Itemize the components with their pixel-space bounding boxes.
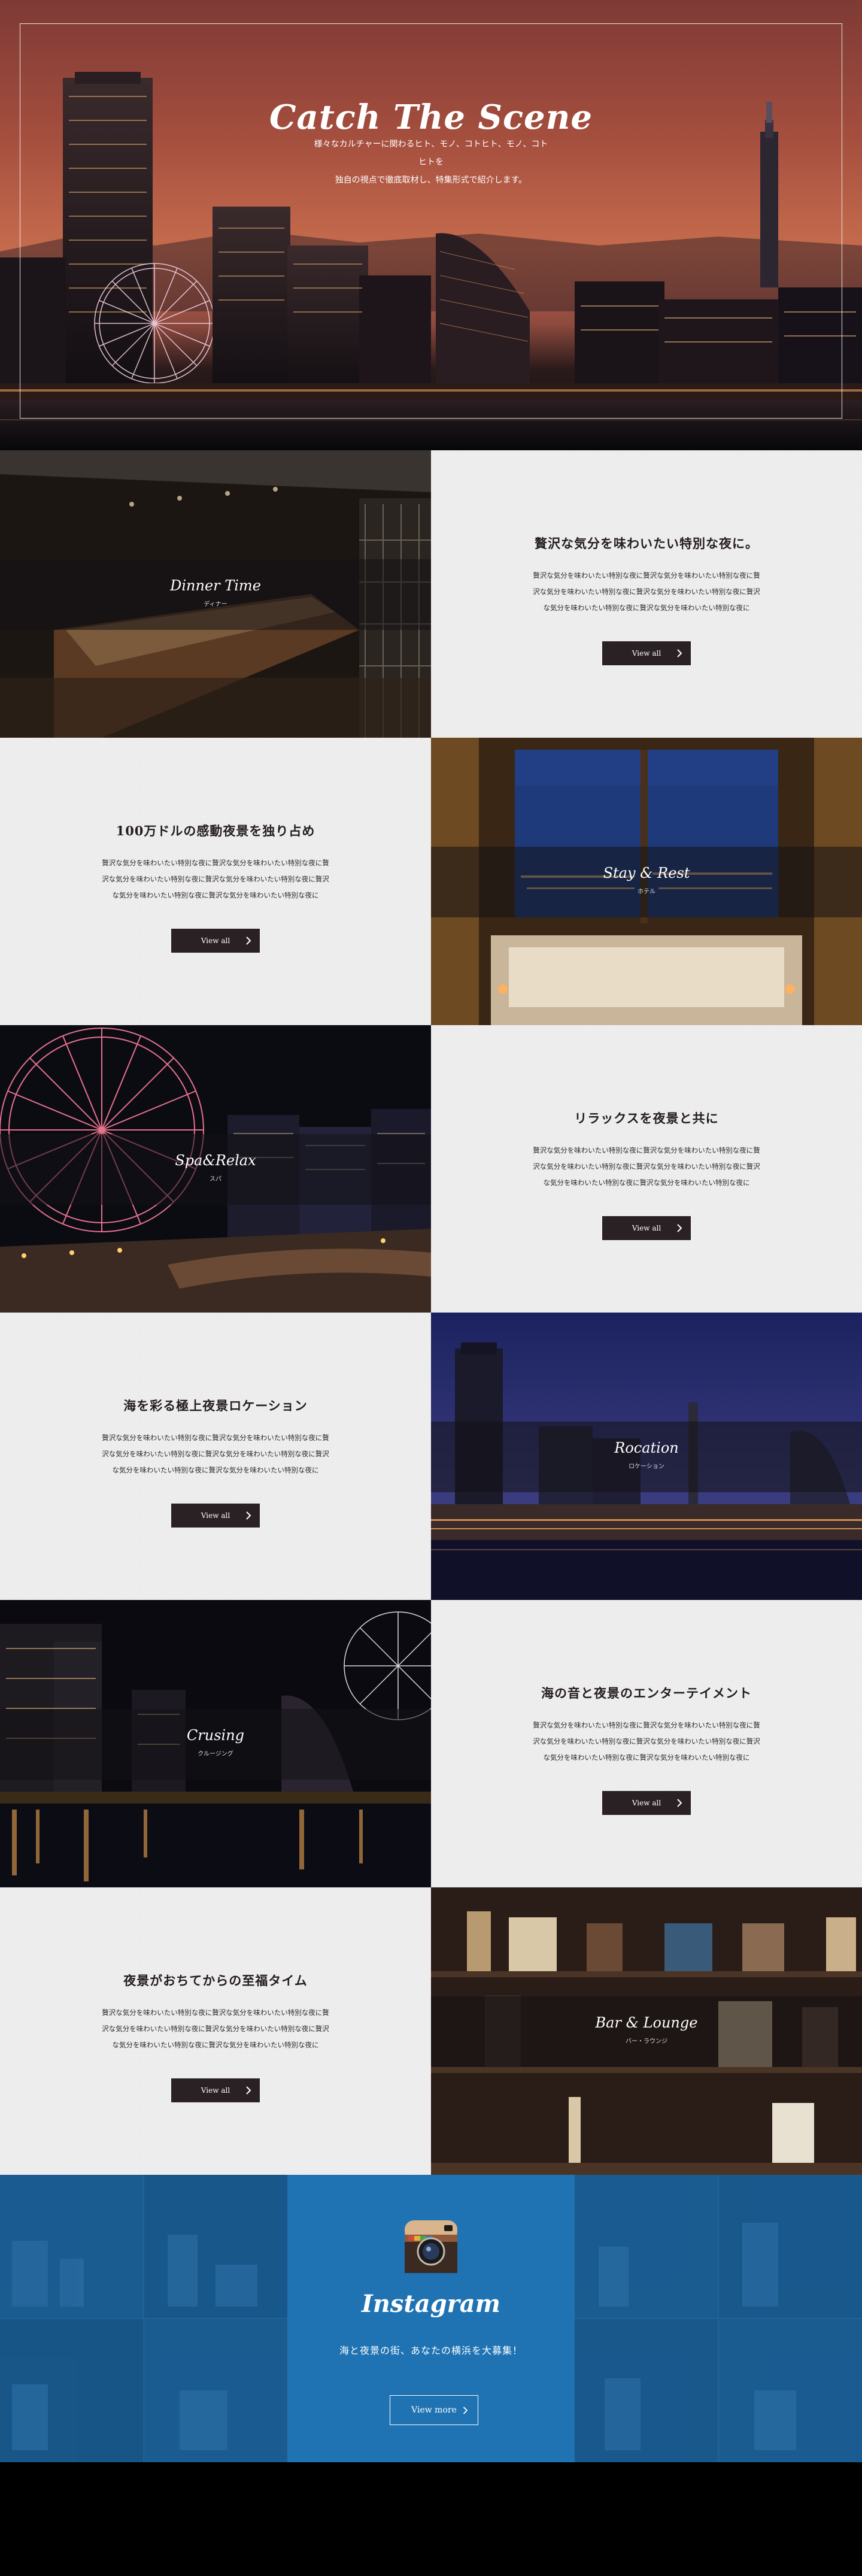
instagram-section: Instagram 海と夜景の街、あなたの横浜を大募集！ View more: [0, 2175, 862, 2462]
chevron-right-icon: [246, 937, 251, 945]
page-bottom-spacer: [0, 2462, 862, 2576]
view-more-button[interactable]: View more: [390, 2395, 478, 2425]
section-heading: 海を彩る極上夜景ロケーション: [123, 1398, 308, 1413]
view-all-label: View all: [201, 937, 230, 945]
image-subtitle: ロケーション: [629, 1463, 664, 1470]
section-body: 贅沢な気分を味わいたい特別な夜に贅沢な気分を味わいたい特別な夜に贅沢な気分を味わ…: [533, 1721, 760, 1762]
rocation-image[interactable]: Rocation ロケーション: [431, 1313, 862, 1600]
section-body: 贅沢な気分を味わいたい特別な夜に贅沢な気分を味わいたい特別な夜に贅沢な気分を味わ…: [533, 571, 760, 612]
hero-subtitle-line2: 独自の視点で徹底取材し、特集形式で紹介します。: [335, 175, 527, 185]
image-title: Rocation: [614, 1439, 679, 1456]
image-title: Spa&Relax: [175, 1152, 256, 1169]
view-all-label: View all: [632, 1224, 661, 1232]
image-title: Dinner Time: [170, 577, 261, 594]
section-stay-rest: 100万ドルの感動夜景を独り占め 贅沢な気分を味わいたい特別な夜に贅沢な気分を味…: [0, 738, 862, 1025]
bar-lounge-text-panel: 夜景がおちてからの至福タイム 贅沢な気分を味わいたい特別な夜に贅沢な気分を味わい…: [0, 1887, 431, 2175]
image-label: Spa&Relax スパ: [0, 1152, 431, 1183]
image-title: Crusing: [186, 1727, 245, 1744]
section-spa-relax: Spa&Relax スパ リラックスを夜景と共に 贅沢な気分を味わいたい特別な夜…: [0, 1025, 862, 1313]
dinner-time-image[interactable]: Dinner Time ディナー: [0, 450, 431, 738]
view-all-button[interactable]: View all: [171, 1504, 260, 1528]
instagram-text: 海と夜景の街、あなたの横浜を大募集！: [339, 2345, 523, 2356]
stay-rest-image[interactable]: Stay & Rest ホテル: [431, 738, 862, 1025]
chevron-right-icon: [677, 649, 682, 657]
image-title: Stay & Rest: [603, 865, 690, 881]
crusing-image[interactable]: Crusing クルージング: [0, 1600, 431, 1887]
section-heading: 海の音と夜景のエンターテイメント: [541, 1686, 752, 1701]
view-all-label: View all: [632, 649, 661, 657]
hero-section: Catch The Scene 様々なカルチャーに関わるヒト、モノ、コトヒト、モ…: [0, 0, 862, 450]
image-title: Bar & Lounge: [595, 2014, 698, 2031]
bar-lounge-image[interactable]: Bar & Lounge バー・ラウンジ: [431, 1887, 862, 2175]
view-all-label: View all: [632, 1799, 661, 1807]
section-body: 贅沢な気分を味わいたい特別な夜に贅沢な気分を味わいたい特別な夜に贅沢な気分を味わ…: [102, 2008, 329, 2049]
image-label: Dinner Time ディナー: [0, 577, 431, 608]
section-rocation: 海を彩る極上夜景ロケーション 贅沢な気分を味わいたい特別な夜に贅沢な気分を味わい…: [0, 1313, 862, 1600]
view-all-label: View all: [201, 1511, 230, 1520]
hero-subtitle: 様々なカルチャーに関わるヒト、モノ、コトヒト、モノ、コトヒトを 独自の視点で徹底…: [311, 135, 551, 189]
rocation-text-panel: 海を彩る極上夜景ロケーション 贅沢な気分を味わいたい特別な夜に贅沢な気分を味わい…: [0, 1313, 431, 1600]
section-body: 贅沢な気分を味わいたい特別な夜に贅沢な気分を味わいたい特別な夜に贅沢な気分を味わ…: [102, 859, 329, 899]
section-heading: 贅沢な気分を味わいたい特別な夜に。: [535, 536, 758, 551]
instagram-camera-icon[interactable]: [405, 2220, 457, 2273]
chevron-right-icon: [677, 1799, 682, 1807]
view-all-button[interactable]: View all: [602, 641, 691, 665]
image-subtitle: クルージング: [198, 1751, 233, 1757]
crusing-text-panel: 海の音と夜景のエンターテイメント 贅沢な気分を味わいたい特別な夜に贅沢な気分を味…: [431, 1600, 862, 1887]
image-subtitle: スパ: [210, 1176, 221, 1183]
chevron-right-icon: [246, 2086, 251, 2095]
view-all-button[interactable]: View all: [602, 1791, 691, 1815]
section-dinner-time: Dinner Time ディナー 贅沢な気分を味わいたい特別な夜に。 贅沢な気分…: [0, 450, 862, 738]
chevron-right-icon: [246, 1511, 251, 1520]
section-heading: 100万ドルの感動夜景を独り占め: [116, 823, 315, 838]
stay-rest-text-panel: 100万ドルの感動夜景を独り占め 贅沢な気分を味わいたい特別な夜に贅沢な気分を味…: [0, 738, 431, 1025]
image-label: Bar & Lounge バー・ラウンジ: [431, 2014, 862, 2045]
section-body: 贅沢な気分を味わいたい特別な夜に贅沢な気分を味わいたい特別な夜に贅沢な気分を味わ…: [533, 1146, 760, 1187]
image-subtitle: ホテル: [638, 889, 655, 895]
view-all-button[interactable]: View all: [171, 2078, 260, 2102]
section-heading: 夜景がおちてからの至福タイム: [123, 1973, 308, 1988]
spa-relax-image[interactable]: Spa&Relax スパ: [0, 1025, 431, 1313]
image-label: Stay & Rest ホテル: [431, 865, 862, 895]
view-all-label: View all: [201, 2086, 230, 2095]
instagram-title: Instagram: [362, 2290, 500, 2318]
view-more-label: View more: [411, 2405, 457, 2415]
hero-frame: [20, 23, 842, 419]
image-subtitle: バー・ラウンジ: [626, 2038, 667, 2045]
image-label: Crusing クルージング: [0, 1727, 431, 1757]
hero-title: Catch The Scene: [269, 97, 593, 137]
view-all-button[interactable]: View all: [171, 929, 260, 953]
spa-relax-text-panel: リラックスを夜景と共に 贅沢な気分を味わいたい特別な夜に贅沢な気分を味わいたい特…: [431, 1025, 862, 1313]
section-bar-lounge: 夜景がおちてからの至福タイム 贅沢な気分を味わいたい特別な夜に贅沢な気分を味わい…: [0, 1887, 862, 2175]
view-all-button[interactable]: View all: [602, 1216, 691, 1240]
section-body: 贅沢な気分を味わいたい特別な夜に贅沢な気分を味わいたい特別な夜に贅沢な気分を味わ…: [102, 1434, 329, 1474]
chevron-right-icon: [463, 2407, 468, 2414]
section-heading: リラックスを夜景と共に: [574, 1111, 719, 1126]
chevron-right-icon: [677, 1224, 682, 1232]
hero-subtitle-line1: 様々なカルチャーに関わるヒト、モノ、コトヒト、モノ、コトヒトを: [314, 140, 548, 167]
image-label: Rocation ロケーション: [431, 1439, 862, 1470]
section-crusing: Crusing クルージング 海の音と夜景のエンターテイメント 贅沢な気分を味わ…: [0, 1600, 862, 1887]
image-subtitle: ディナー: [204, 601, 227, 608]
dinner-time-text-panel: 贅沢な気分を味わいたい特別な夜に。 贅沢な気分を味わいたい特別な夜に贅沢な気分を…: [431, 450, 862, 738]
